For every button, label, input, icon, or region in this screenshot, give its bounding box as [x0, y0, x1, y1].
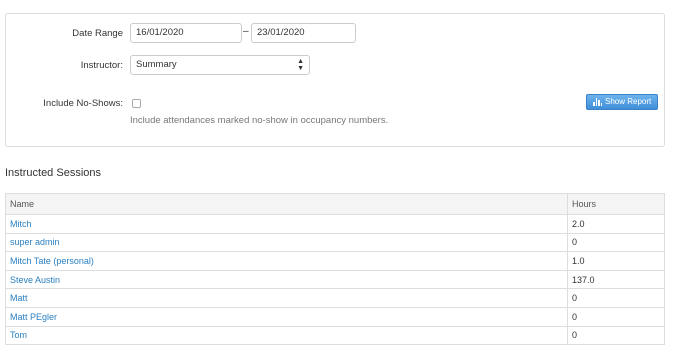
instructor-link[interactable]: Matt PEgler	[10, 312, 57, 322]
date-to-input[interactable]: 23/01/2020	[251, 23, 356, 43]
include-no-shows-checkbox[interactable]	[132, 99, 141, 108]
instructor-link[interactable]: Mitch Tate (personal)	[10, 256, 94, 266]
instructor-link[interactable]: super admin	[10, 237, 60, 247]
show-report-label: Show Report	[605, 97, 652, 106]
hours-cell: 2.0	[567, 214, 665, 234]
table-row: super admin 0	[5, 232, 665, 253]
hours-cell: 0	[567, 232, 665, 253]
table-row: Mitch Tate (personal) 1.0	[5, 251, 665, 271]
hours-cell: 0	[567, 288, 665, 308]
include-no-shows-label: Include No-Shows:	[43, 98, 123, 109]
table-row: Mitch 2.0	[5, 214, 665, 234]
report-filter-panel: Date Range 16/01/2020 – 23/01/2020 Instr…	[5, 13, 665, 147]
instructor-select[interactable]: Summary ▲ ▼	[130, 55, 310, 75]
table-row: Matt 0	[5, 288, 665, 308]
table-row: Steve Austin 137.0	[5, 269, 665, 290]
bar-chart-icon	[593, 98, 602, 106]
table-header-row: Name Hours	[5, 193, 665, 215]
instructor-link[interactable]: Matt	[10, 293, 28, 303]
table-row: Tom 0	[5, 325, 665, 346]
instructor-link[interactable]: Steve Austin	[10, 275, 60, 285]
column-header-name: Name	[5, 193, 568, 215]
instructed-sessions-title: Instructed Sessions	[5, 167, 101, 179]
hours-cell: 0	[567, 325, 665, 346]
instructed-sessions-table: Name Hours Mitch 2.0 super admin 0 Mitch…	[5, 193, 665, 346]
instructor-select-value: Summary	[136, 59, 177, 70]
show-report-button[interactable]: Show Report	[586, 94, 659, 110]
instructor-label: Instructor:	[80, 60, 123, 71]
table-row: Matt PEgler 0	[5, 306, 665, 327]
hours-cell: 1.0	[567, 251, 665, 271]
date-from-input[interactable]: 16/01/2020	[130, 23, 242, 43]
hours-cell: 137.0	[567, 269, 665, 290]
date-range-separator: –	[243, 26, 249, 37]
date-range-label: Date Range	[72, 28, 123, 39]
column-header-hours: Hours	[567, 193, 665, 215]
select-arrows-icon: ▲ ▼	[297, 58, 304, 72]
instructor-link[interactable]: Mitch	[10, 219, 32, 229]
instructor-link[interactable]: Tom	[10, 330, 27, 340]
include-no-shows-help: Include attendances marked no-show in oc…	[130, 115, 389, 126]
hours-cell: 0	[567, 306, 665, 327]
